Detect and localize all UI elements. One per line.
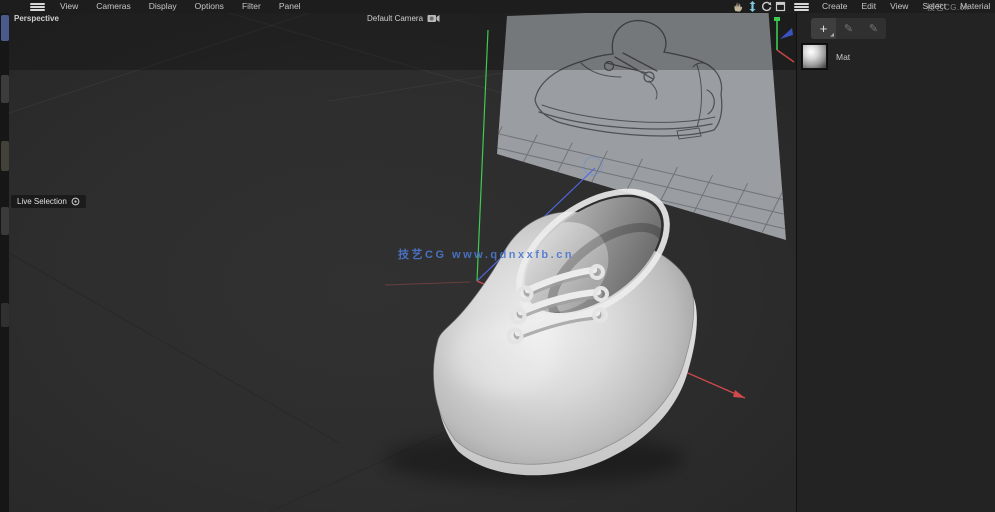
paint-pen-button[interactable]: ✎	[861, 18, 886, 39]
toolbar-icon-clipped[interactable]	[1, 141, 9, 171]
live-selection-label: Live Selection	[17, 197, 67, 206]
material-name[interactable]: Mat	[836, 52, 850, 62]
rotate-orbit-icon[interactable]	[761, 1, 772, 12]
menu-edit[interactable]: Edit	[855, 0, 884, 13]
menu-filter[interactable]: Filter	[233, 0, 270, 13]
watermark-center: 技艺CG www.qdnxxfb.cn	[398, 246, 574, 262]
paint-brush-button[interactable]: ✎	[836, 18, 861, 39]
toolbar-icon-clipped[interactable]	[1, 15, 9, 41]
axis-x-negative	[385, 282, 470, 285]
plus-icon: +	[820, 21, 828, 36]
menu-cameras[interactable]: Cameras	[87, 0, 139, 13]
viewport-perspective[interactable]: Perspective Default Camera Live Selectio…	[9, 13, 796, 512]
toolbar-icon-clipped[interactable]	[1, 303, 9, 327]
pan-hand-icon[interactable]	[733, 1, 744, 12]
new-material-button[interactable]: + ◢	[811, 18, 836, 39]
live-selection-hint: Live Selection	[11, 195, 86, 208]
material-sphere-preview	[803, 45, 826, 68]
zoom-arrows-icon[interactable]	[747, 1, 758, 12]
menu-create[interactable]: Create	[815, 0, 855, 13]
world-axis-indicator	[771, 16, 796, 66]
menu-panel[interactable]: Panel	[270, 0, 310, 13]
material-item[interactable]: Mat	[801, 43, 850, 70]
shoe-model[interactable]	[384, 166, 697, 485]
maximize-view-icon[interactable]	[775, 1, 786, 12]
live-selection-icon	[71, 197, 80, 206]
dropdown-corner-icon: ◢	[830, 32, 834, 38]
view-mode-label: Perspective	[14, 14, 59, 23]
left-toolbar-strip	[0, 13, 9, 512]
materials-panel: + ◢ ✎ ✎ Mat	[796, 13, 995, 512]
material-thumbnail[interactable]	[801, 43, 828, 70]
menu-options[interactable]: Options	[186, 0, 233, 13]
application-window: View Cameras Display Options Filter Pane…	[0, 0, 995, 512]
pen-icon: ✎	[869, 22, 878, 35]
brush-icon: ✎	[844, 22, 853, 35]
menu-view-materials[interactable]: View	[883, 0, 915, 13]
menu-display[interactable]: Display	[140, 0, 186, 13]
axis-x-arrowhead	[733, 390, 745, 398]
camera-icon	[427, 14, 440, 23]
menubar: View Cameras Display Options Filter Pane…	[0, 0, 995, 13]
watermark-top-right: 技艺CG.cn	[927, 1, 969, 14]
materials-menu-hamburger-icon[interactable]	[794, 2, 809, 11]
materials-toolbar: + ◢ ✎ ✎	[811, 18, 886, 39]
scene-svg	[9, 13, 796, 512]
camera-label[interactable]: Default Camera	[367, 14, 440, 23]
viewport-menu-hamburger-icon[interactable]	[30, 2, 45, 11]
toolbar-icon-clipped[interactable]	[1, 207, 9, 235]
camera-label-text: Default Camera	[367, 14, 423, 23]
toe-highlight	[449, 320, 559, 396]
menu-view[interactable]: View	[51, 0, 87, 13]
toolbar-icon-clipped[interactable]	[1, 75, 9, 103]
